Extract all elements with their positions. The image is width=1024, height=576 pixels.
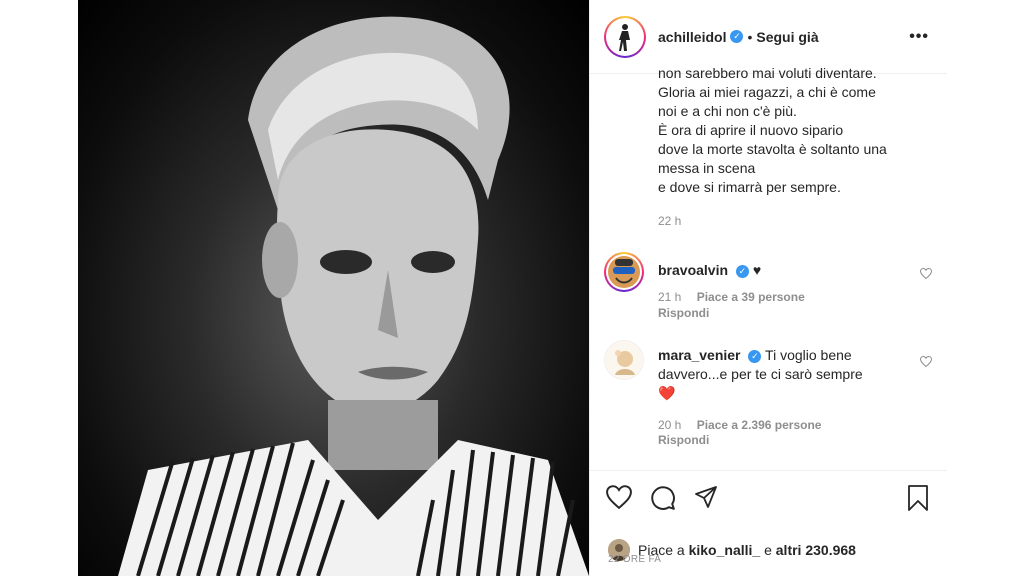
comment-reply-button[interactable]: Rispondi [658,433,709,447]
comment-time[interactable]: 20 h [658,418,681,432]
caption-line: Gloria ai miei ragazzi, a chi è come [658,84,876,100]
comment-username[interactable]: bravoalvin [658,262,728,278]
more-options-icon[interactable]: ••• [909,28,929,46]
comment-meta: 20 h Piace a 2.396 persone [658,418,833,432]
author-avatar[interactable] [604,15,646,58]
follow-button[interactable]: Segui già [756,29,818,45]
bookmark-icon[interactable] [906,485,930,516]
comment-likes[interactable]: Piace a 39 persone [697,290,805,304]
comment-username[interactable]: mara_venier [658,347,741,363]
comment-text: bravoalvin ✓ ♥ [658,261,898,280]
separator-dot: • [747,28,753,45]
verified-badge-icon: ✓ [730,30,744,43]
comment-like-heart-icon[interactable] [919,266,933,284]
comment-reply-button[interactable]: Rispondi [658,306,709,320]
avatar-figure-icon [619,23,630,51]
caption-line: È ora di aprire il nuovo sipario [658,122,844,138]
comment-text: mara_venier ✓ Ti voglio bene davvero...e… [658,346,898,403]
caption-line: noi e a chi non c'è più. [658,103,797,119]
heart-icon[interactable] [606,485,632,514]
commenter-avatar[interactable] [604,252,644,292]
comment-body: ♥ [752,262,762,278]
post-panel: achilleidol ✓ • Segui già ••• non sarebb… [589,0,947,576]
post-photo[interactable] [78,0,589,576]
share-icon[interactable] [694,485,718,514]
comment-time[interactable]: 21 h [658,290,681,304]
commenter-avatar[interactable] [604,340,644,380]
comment-meta: 21 h Piace a 39 persone [658,290,817,304]
portrait-image [118,16,589,576]
verified-badge-icon: ✓ [748,349,762,363]
caption-timestamp[interactable]: 22 h [658,214,681,228]
caption-line: dove la morte stavolta è soltanto una [658,141,887,157]
comment-item: mara_venier ✓ Ti voglio bene davvero...e… [604,340,934,450]
liker-username[interactable]: kiko_nalli_ [689,542,761,558]
likes-conjunction: e [764,542,772,558]
heart-emoji: ❤️ [658,385,676,401]
avatar-image [606,254,642,290]
post-caption: non sarebbero mai voluti diventare. Glor… [658,64,928,197]
avatar-image [605,341,643,379]
caption-line: messa in scena [658,160,756,176]
caption-line: e dove si rimarrà per sempre. [658,179,841,195]
likes-count[interactable]: altri 230.968 [776,542,856,558]
author-username[interactable]: achilleidol [658,29,726,45]
comment-like-heart-icon[interactable] [919,354,933,372]
caption-line: non sarebbero mai voluti diventare. [658,65,877,81]
post-timestamp[interactable]: 22 ORE FA [608,554,661,565]
comment-item: bravoalvin ✓ ♥ 21 h Piace a 39 persone R… [604,252,934,322]
post-header: achilleidol ✓ • Segui già ••• [590,0,947,74]
verified-badge-icon: ✓ [735,264,749,278]
comment-icon[interactable] [650,485,676,516]
comment-likes[interactable]: Piace a 2.396 persone [697,418,822,432]
